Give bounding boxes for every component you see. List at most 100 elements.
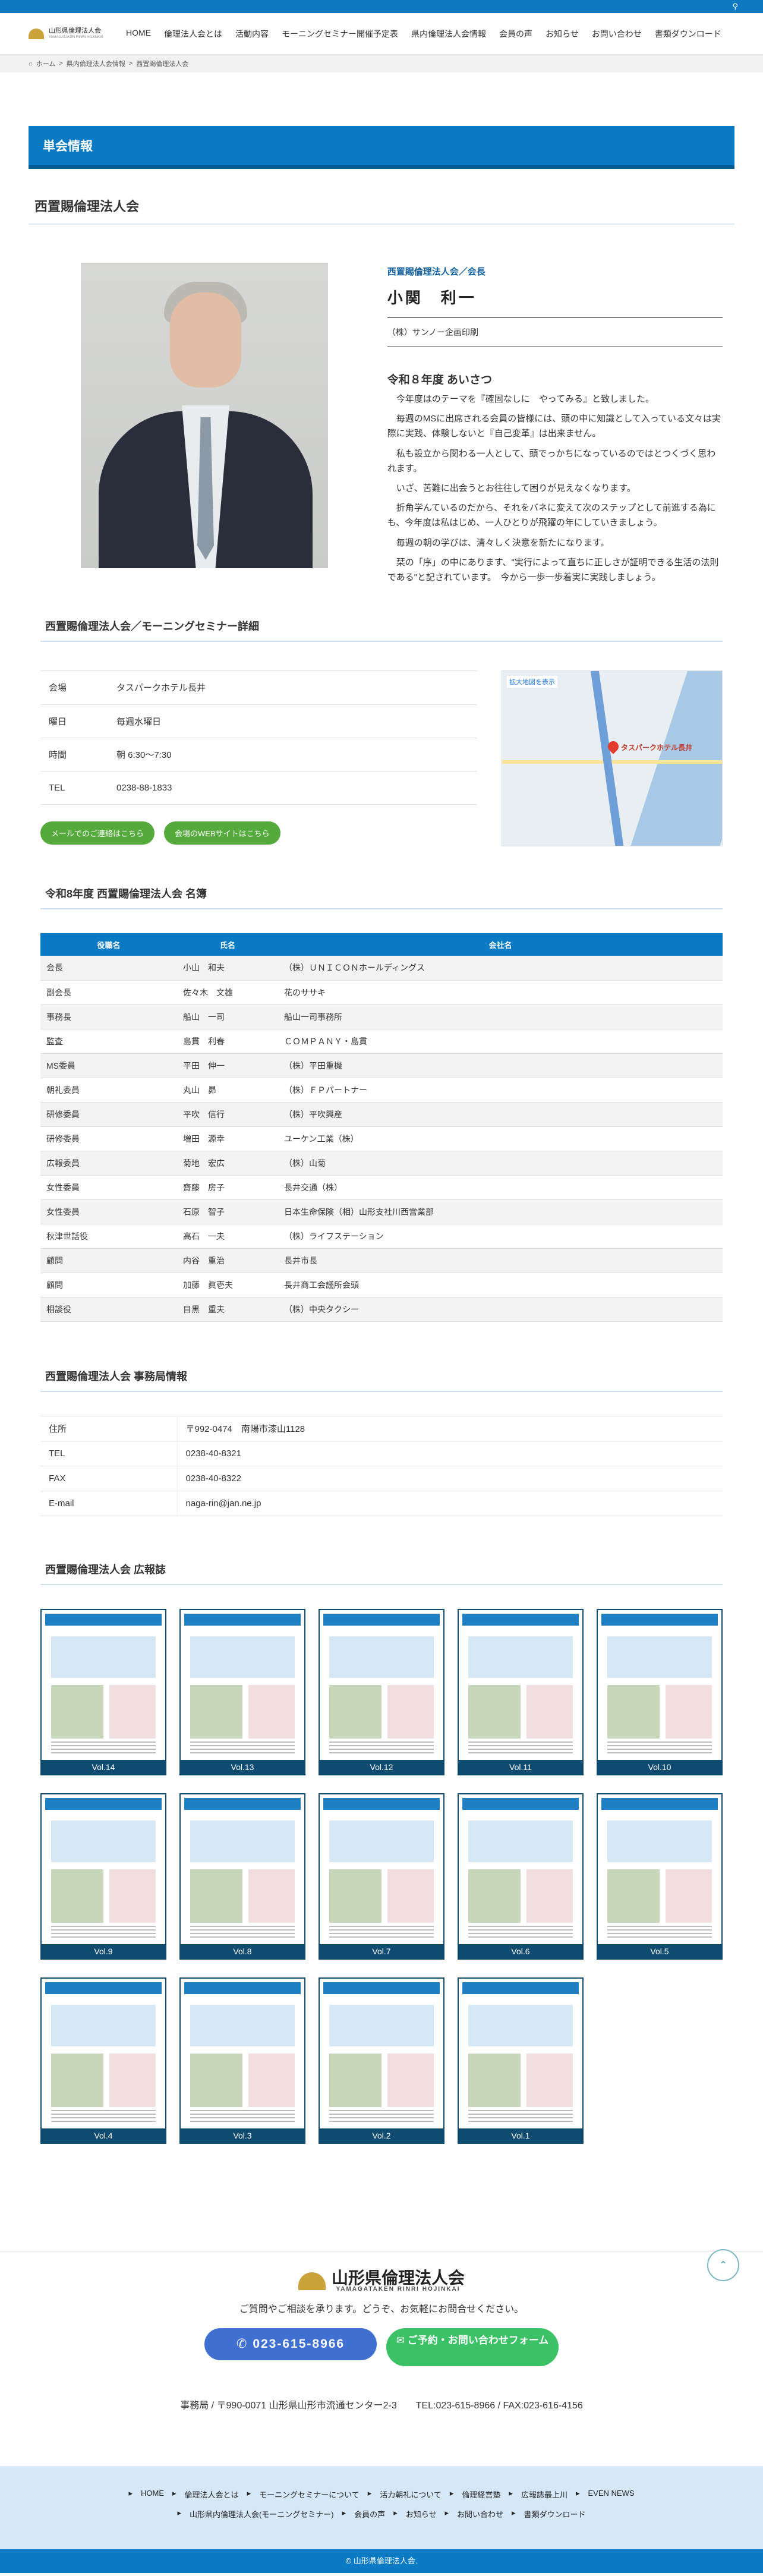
seminar-table: 会場 タスパークホテル長井 曜日 毎週水曜日 時間朝 6:30～7:30 TEL 02… <box>40 671 477 805</box>
greeting-paragraph: 毎週の朝の学びは、清々しく決意を新たになります。 <box>387 537 610 548</box>
roster-table: 役職名 氏名 会社名 会長 小山 和夫 （株）ＵＮＩＣＯＮホールディングス 副会長 佐々… <box>40 933 723 1322</box>
table-row: TEL 0238-40-8321 <box>40 1441 723 1466</box>
magazine-label: Vol.14 <box>42 1759 165 1774</box>
magazine-cover[interactable]: Vol.13 <box>179 1608 305 1775</box>
magazine-cover[interactable]: Vol.6 <box>458 1793 584 1960</box>
nav-member-voice[interactable]: 会員の声 <box>499 28 532 40</box>
roster-row: 副会長 佐々木 文雄 花のササキ <box>40 980 723 1005</box>
magazine-cover[interactable]: Vol.12 <box>319 1608 444 1775</box>
magazine-label: Vol.3 <box>181 2128 304 2143</box>
breadcrumb-home[interactable]: ホーム <box>36 59 56 68</box>
magazine-cover[interactable]: Vol.5 <box>597 1793 723 1960</box>
breadcrumb: ⌂ ホーム > 県内倫理法人会情報 > 西置賜倫理法人会 <box>0 55 763 73</box>
seminar-detail: 会場 タスパークホテル長井 曜日 毎週水曜日 時間朝 6:30～7:30 TEL 02… <box>40 670 723 847</box>
footer-link[interactable]: お問い合わせ <box>457 2508 503 2520</box>
enlarge-map-link[interactable]: 拡大地図を表示 <box>507 676 557 688</box>
office-email[interactable]: naga-rin@jan.ne.jp <box>177 1491 723 1516</box>
table-row: 時間朝 6:30～7:30 <box>40 738 477 771</box>
footer-link[interactable]: 山形県内倫理法人会(モーニングセミナー) <box>190 2508 334 2520</box>
magazine-label: Vol.12 <box>320 1759 443 1774</box>
footer-link[interactable]: 倫理法人会とは <box>185 2489 239 2500</box>
top-bar: ⚲ <box>0 0 763 13</box>
magazine-label: Vol.4 <box>42 2128 165 2143</box>
footer-link[interactable]: 会員の声 <box>354 2508 385 2520</box>
footer-logo: 山形県倫理法人会 YAMAGATAKEN RINRI HOJINKAI <box>0 2269 763 2293</box>
table-row: 曜日 毎週水曜日 <box>40 704 477 738</box>
nav-news[interactable]: お知らせ <box>546 28 579 40</box>
chevron-right-icon: > <box>128 60 133 67</box>
greeting-paragraph: 私も設立から関わる一人として、頭でっかちになっているのではとつくづく思われます。 <box>387 448 716 474</box>
greeting-paragraph: 毎週のMSに出席される会員の皆様には、頭の中に知識として入っている文々は実際に実… <box>387 414 721 439</box>
table-row: TEL 0238-88-1833 <box>40 771 477 805</box>
copyright: © 山形県倫理法人会. <box>0 2549 763 2574</box>
nav-download[interactable]: 書類ダウンロード <box>655 28 721 40</box>
contact-form-button[interactable]: ✉ ご予約・お問い合わせフォーム <box>386 2328 559 2367</box>
greeting-title: 令和８年度 あいさつ <box>387 374 493 386</box>
magazine-cover[interactable]: Vol.3 <box>179 1977 305 2144</box>
site-header: 山形県倫理法人会 YAMAGATAKEN RINRI HOJINKAI HOME… <box>0 13 763 55</box>
roster-row: 女性委員 齋藤 房子 長井交通（株） <box>40 1175 723 1200</box>
mail-contact-button[interactable]: メールでのご連絡はこちら <box>40 821 155 845</box>
magazine-grid: Vol.14 Vol.13 Vol.12 Vol.11 Vol.10 Vol.9 Vol.8… <box>40 1608 723 2144</box>
site-logo[interactable]: 山形県倫理法人会 YAMAGATAKEN RINRI HOJINKAI <box>29 27 118 39</box>
magazine-cover[interactable]: Vol.11 <box>458 1608 584 1775</box>
magazine-cover[interactable]: Vol.9 <box>40 1793 166 1960</box>
footer-link[interactable]: お知らせ <box>406 2508 437 2520</box>
footer-link[interactable]: 広報誌最上川 <box>521 2489 567 2500</box>
nav-contact[interactable]: お問い合わせ <box>592 28 642 40</box>
page-banner-title: 単会情報 <box>43 140 93 153</box>
footer-contact: ⌃ 山形県倫理法人会 YAMAGATAKEN RINRI HOJINKAI ご質問… <box>0 2249 763 2412</box>
greeting-paragraph: 今年度はのテーマを『確固なしに やってみる』と致しました。 <box>387 394 655 404</box>
back-to-top-button[interactable]: ⌃ <box>707 2249 739 2281</box>
footer-link[interactable]: HOME <box>141 2489 164 2500</box>
roster-header-name: 氏名 <box>177 933 278 956</box>
magazine-cover[interactable]: Vol.1 <box>458 1977 584 2144</box>
footer-link[interactable]: 活力朝礼について <box>380 2489 442 2500</box>
seminar-info: 会場 タスパークホテル長井 曜日 毎週水曜日 時間朝 6:30～7:30 TEL 02… <box>40 670 477 846</box>
chevron-right-icon: > <box>59 60 63 67</box>
magazine-cover[interactable]: Vol.4 <box>40 1977 166 2144</box>
roster-row: 朝礼委員 丸山 昴（株）ＦＰパートナー <box>40 1078 723 1103</box>
table-row: 住所 〒992-0474 南陽市漆山1128 <box>40 1416 723 1441</box>
nav-local-info[interactable]: 県内倫理法人会情報 <box>411 28 486 40</box>
footer-link[interactable]: 書類ダウンロード <box>524 2508 586 2520</box>
magazine-label: Vol.13 <box>181 1759 304 1774</box>
profile-section: 西置賜倫理法人会／会長 小関 利一 （株）サンノー企画印刷 令和８年度 あいさつ… <box>40 263 723 585</box>
magazine-cover[interactable]: Vol.2 <box>319 1977 444 2144</box>
nav-seminar-schedule[interactable]: モーニングセミナー開催予定表 <box>282 28 398 40</box>
footer-lead: ご質問やご相談を承ります。どうぞ、お気軽にお問合せください。 <box>239 2304 524 2315</box>
nav-home[interactable]: HOME <box>126 28 151 40</box>
magazine-label: Vol.8 <box>181 1944 304 1958</box>
footer-link[interactable]: 倫理経営塾 <box>462 2489 500 2500</box>
page-title: 西置賜倫理法人会 <box>29 196 734 225</box>
roster-header-role: 役職名 <box>40 933 177 956</box>
greeting-paragraph: いざ、苦難に出会うとお往往して困りが見えなくなります。 <box>387 483 636 493</box>
venue-map[interactable]: タスパークホテル長井 拡大地図を表示 <box>502 670 723 847</box>
office-table: 住所 〒992-0474 南陽市漆山1128 TEL 0238-40-8321 FA… <box>40 1415 723 1516</box>
magazine-cover[interactable]: Vol.7 <box>319 1793 444 1960</box>
roster-row: 秋津世話役 高石 一夫 （株）ライフステーション <box>40 1224 723 1249</box>
footer-link[interactable]: EVEN NEWS <box>588 2489 635 2500</box>
venue-website-button[interactable]: 会場のWEBサイトはこちら <box>164 821 280 845</box>
magazine-label: Vol.6 <box>459 1944 582 1958</box>
greeting-paragraph: 栞の「序」の中にあります、"実行によって直ちに正しさが証明できる生活の法則である… <box>387 557 719 582</box>
nav-activities[interactable]: 活動内容 <box>235 28 269 40</box>
magazines-title: 西置賜倫理法人会 広報誌 <box>40 1561 723 1585</box>
magazine-label: Vol.9 <box>42 1944 165 1958</box>
search-icon[interactable]: ⚲ <box>732 2 738 11</box>
roster-row: 顧問 内谷 重治 長井市長 <box>40 1248 723 1273</box>
magazine-label: Vol.5 <box>598 1944 721 1958</box>
president-photo <box>81 263 328 568</box>
magazine-cover[interactable]: Vol.14 <box>40 1608 166 1775</box>
magazine-label: Vol.2 <box>320 2128 443 2143</box>
roster-row: 研修委員 増田 源幸 ユーケン工業（株） <box>40 1126 723 1151</box>
footer-link[interactable]: モーニングセミナーについて <box>259 2489 360 2500</box>
magazine-cover[interactable]: Vol.8 <box>179 1793 305 1960</box>
breadcrumb-local-info[interactable]: 県内倫理法人会情報 <box>67 59 125 68</box>
page-banner: 単会情報 <box>29 126 734 169</box>
magazine-cover[interactable]: Vol.10 <box>597 1608 723 1775</box>
phone-button[interactable]: ✆ 023-615-8966 <box>204 2328 377 2361</box>
office-title: 西置賜倫理法人会 事務局情報 <box>40 1368 723 1392</box>
greeting-paragraph: 折角学んているのだから、それをバネに変えて次のステップとして前進する為にも、今年… <box>387 503 716 528</box>
nav-about[interactable]: 倫理法人会とは <box>164 28 222 40</box>
